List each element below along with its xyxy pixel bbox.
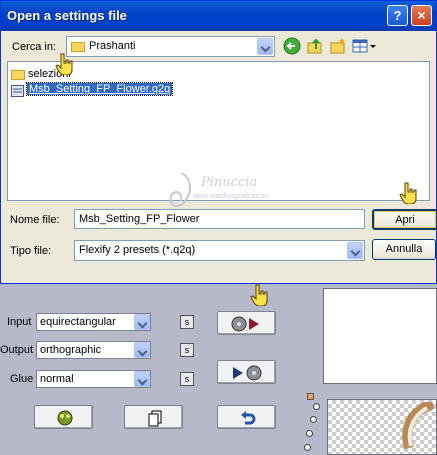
look-in-combo[interactable]: Prashanti	[66, 36, 275, 57]
watermark-site: www.maldrasgraficaz.eu	[193, 193, 269, 200]
new-folder-button[interactable]	[329, 37, 349, 55]
output-label: Output	[0, 344, 34, 356]
view-menu-button[interactable]	[351, 37, 377, 55]
copy-pages-icon	[148, 410, 162, 427]
thumbnail-preview	[327, 399, 437, 455]
glue-value: normal	[40, 373, 74, 385]
undo-arrow-icon	[241, 411, 256, 425]
filetype-value: Flexify 2 presets (*.q2q)	[79, 244, 196, 256]
help-button[interactable]: ?	[387, 5, 408, 26]
pointing-hand-icon	[55, 53, 73, 75]
back-button[interactable]	[283, 37, 303, 55]
glue-label: Glue	[10, 373, 34, 385]
chevron-down-icon[interactable]	[257, 38, 273, 55]
control-dot[interactable]	[310, 416, 317, 423]
filename-label: Nome file:	[10, 214, 60, 226]
folder-icon	[11, 70, 25, 80]
open-settings-dialog: Open a settings file ? × Cerca in: Prash…	[0, 0, 437, 284]
back-arrow-icon	[283, 37, 301, 55]
filename-value: Msb_Setting_FP_Flower	[79, 213, 200, 225]
filetype-label: Tipo file:	[10, 245, 52, 257]
filename-field[interactable]: Msb_Setting_FP_Flower	[74, 209, 365, 229]
up-folder-icon	[307, 38, 322, 54]
view-grid-icon	[352, 39, 376, 53]
chevron-down-icon[interactable]	[134, 371, 150, 387]
input-value: equirectangular	[40, 316, 116, 328]
list-item-label: Msb_Setting_FP_Flower.q2q	[25, 82, 174, 96]
undo-button[interactable]	[217, 405, 276, 429]
disk-save-icon	[233, 365, 262, 381]
close-button[interactable]: ×	[411, 5, 432, 26]
watermark-name: Pinuccia	[201, 175, 258, 190]
glue-select[interactable]: normal	[36, 370, 151, 388]
pointing-hand-icon	[399, 182, 417, 204]
folder-icon	[71, 42, 85, 52]
randomize-button[interactable]	[34, 405, 93, 429]
copy-button[interactable]	[124, 405, 183, 429]
plugin-panel: Input equirectangular s Output orthograp…	[0, 284, 437, 455]
input-s-button[interactable]: s	[180, 315, 194, 329]
control-dot[interactable]	[304, 444, 311, 451]
pointing-hand-icon	[250, 284, 268, 306]
up-folder-button[interactable]	[306, 37, 326, 55]
new-folder-icon	[330, 38, 345, 54]
load-preset-button[interactable]	[217, 311, 276, 335]
flower-thumbnail-icon	[402, 402, 435, 450]
input-label: Input	[7, 316, 32, 328]
chevron-down-icon[interactable]	[347, 242, 363, 259]
chevron-down-icon[interactable]	[134, 314, 150, 330]
disk-load-icon	[231, 316, 259, 332]
cancel-button[interactable]: Annulla	[372, 239, 436, 260]
settings-file-icon	[11, 85, 24, 97]
control-dot[interactable]	[306, 430, 313, 437]
list-item-selected[interactable]: Msb_Setting_FP_Flower.q2q	[11, 82, 174, 98]
preview-area	[323, 288, 437, 384]
output-select[interactable]: orthographic	[36, 341, 151, 359]
filetype-combo[interactable]: Flexify 2 presets (*.q2q)	[74, 240, 365, 261]
output-s-button[interactable]: s	[180, 343, 194, 357]
control-dot[interactable]	[313, 403, 320, 410]
handle-marker[interactable]	[307, 393, 314, 400]
chevron-down-icon[interactable]	[134, 342, 150, 358]
look-in-label: Cerca in:	[12, 41, 57, 53]
look-in-value: Prashanti	[89, 40, 136, 52]
frog-icon	[57, 410, 73, 426]
input-select[interactable]: equirectangular	[36, 313, 151, 331]
dialog-title: Open a settings file	[7, 8, 127, 23]
output-value: orthographic	[40, 344, 102, 356]
open-button[interactable]: Apri	[372, 209, 437, 230]
save-preset-button[interactable]	[217, 360, 276, 384]
title-bar[interactable]: Open a settings file ? ×	[1, 1, 436, 31]
glue-s-button[interactable]: s	[180, 372, 194, 386]
